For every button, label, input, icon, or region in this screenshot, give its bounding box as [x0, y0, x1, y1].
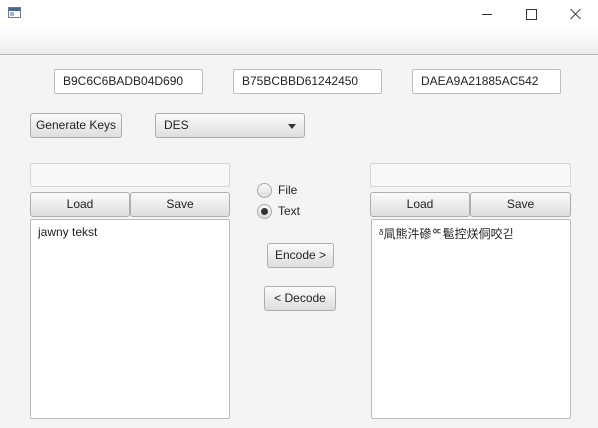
title-bar [0, 0, 598, 28]
minimize-button[interactable] [464, 0, 510, 28]
left-save-button[interactable]: Save [130, 192, 230, 217]
left-load-button[interactable]: Load [30, 192, 130, 217]
encode-button[interactable]: Encode > [267, 243, 334, 268]
mode-text-option[interactable]: Text [257, 203, 300, 219]
key2-field[interactable]: B75BCBBD61242450 [233, 69, 382, 94]
text-radio-label: Text [278, 204, 301, 218]
plaintext-area[interactable]: jawny tekst [30, 219, 230, 419]
close-icon [570, 8, 582, 20]
minimize-icon [482, 13, 492, 15]
app-window: B9C6C6BADB04D690 B75BCBBD61242450 DAEA9A… [0, 0, 598, 428]
app-icon [8, 7, 21, 18]
key3-field[interactable]: DAEA9A21885AC542 [412, 69, 561, 94]
menu-bar [0, 28, 598, 55]
right-load-button[interactable]: Load [370, 192, 470, 217]
algorithm-selected-value: DES [164, 118, 189, 132]
chevron-down-icon [288, 124, 296, 129]
file-radio[interactable] [257, 182, 272, 198]
maximize-button[interactable] [508, 0, 554, 28]
mode-file-option[interactable]: File [257, 182, 297, 198]
file-radio-label: File [278, 183, 298, 197]
ciphertext-area[interactable]: ᵟ凬熊汼磣ᅂ髱控烪侗咬긷 [371, 219, 571, 419]
maximize-icon [525, 8, 537, 20]
left-file-path-field[interactable] [30, 163, 230, 187]
algorithm-select[interactable]: DES [155, 113, 305, 138]
close-button[interactable] [553, 0, 598, 28]
right-save-button[interactable]: Save [470, 192, 571, 217]
generate-keys-button[interactable]: Generate Keys [30, 113, 122, 138]
decode-button[interactable]: < Decode [264, 286, 336, 311]
text-radio[interactable] [257, 203, 272, 219]
key1-field[interactable]: B9C6C6BADB04D690 [54, 69, 203, 94]
right-file-path-field[interactable] [370, 163, 571, 187]
